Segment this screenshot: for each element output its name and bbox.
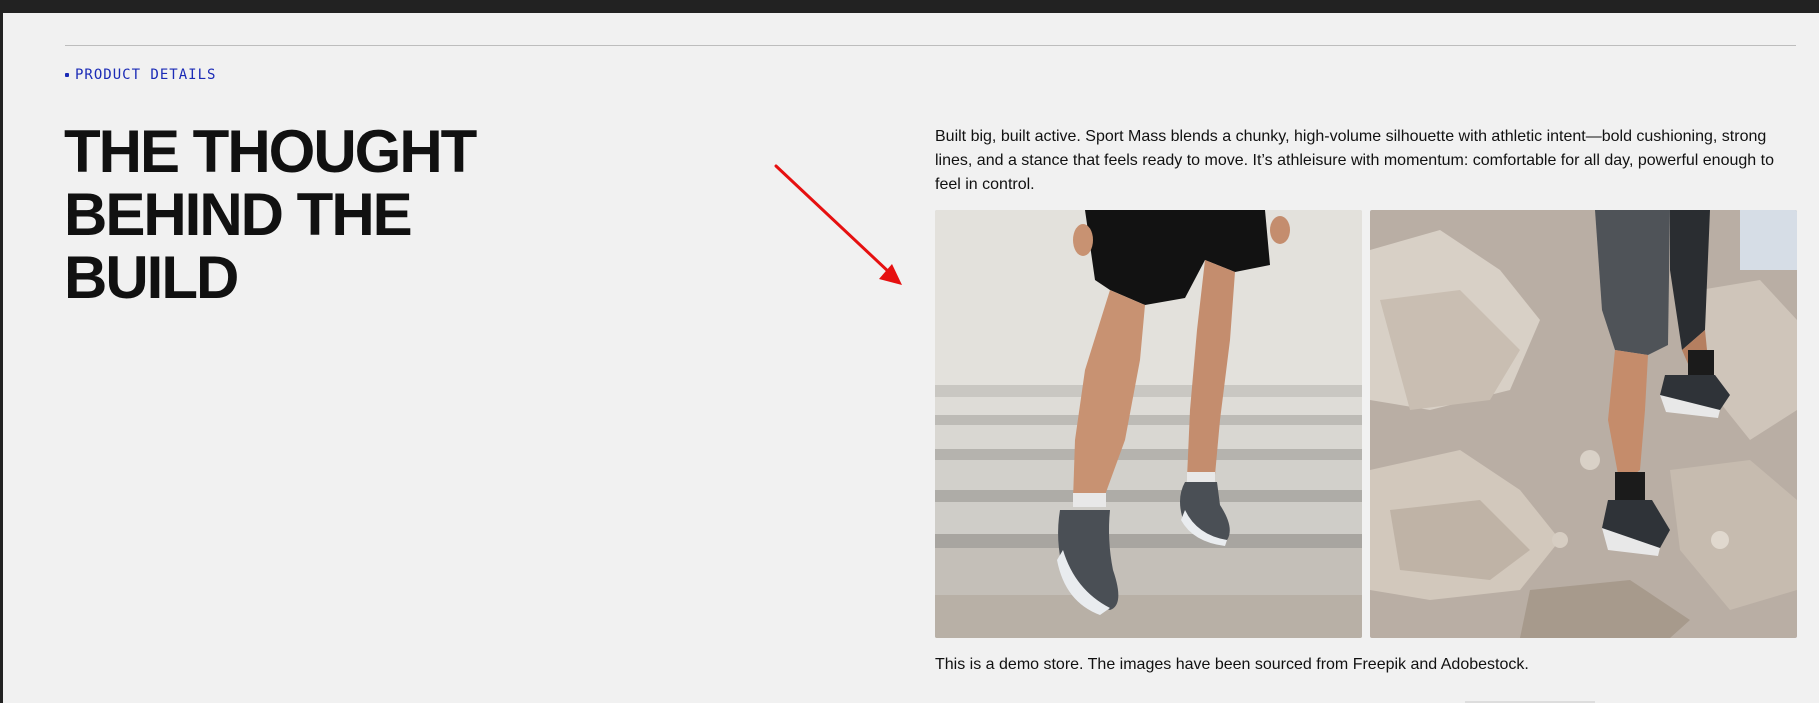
section-headline: THE THOUGHT BEHIND THE BUILD [64, 118, 477, 311]
red-arrow-icon [774, 164, 902, 285]
window-left-edge [0, 13, 3, 703]
eyebrow-label: PRODUCT DETAILS [75, 67, 217, 83]
product-description: Built big, built active. Sport Mass blen… [935, 128, 1774, 193]
demo-store-note: This is a demo store. The images have be… [935, 656, 1529, 673]
section-divider [65, 45, 1796, 46]
product-photo-stairs [935, 210, 1362, 638]
product-photo-rocks [1370, 210, 1797, 638]
section-eyebrow: PRODUCT DETAILS [65, 67, 216, 83]
bullet-icon [65, 73, 69, 77]
browser-top-bar [0, 0, 1819, 13]
